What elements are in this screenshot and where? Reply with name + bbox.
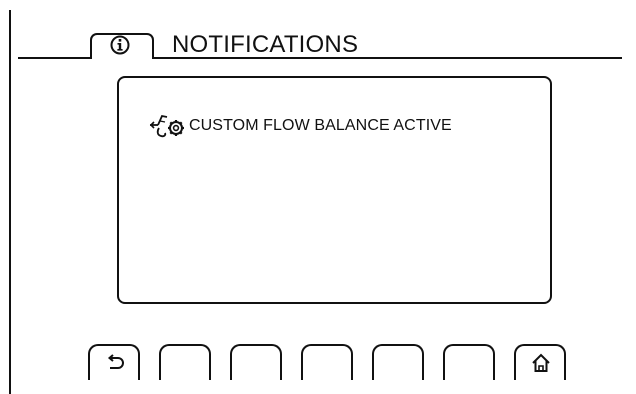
softkey-home-button[interactable]	[514, 344, 566, 380]
softkey-2-button[interactable]	[159, 344, 211, 380]
back-icon	[107, 354, 124, 369]
softkey-5-button[interactable]	[372, 344, 424, 380]
softkey-back-button[interactable]	[88, 344, 140, 380]
softkey-3-button[interactable]	[230, 344, 282, 380]
custom-flow-balance-icon	[149, 114, 184, 138]
softkey-6-button[interactable]	[443, 344, 495, 380]
notification-item: CUSTOM FLOW BALANCE ACTIVE	[148, 112, 452, 140]
header-rule-left	[18, 57, 92, 59]
softkey-4-button[interactable]	[301, 344, 353, 380]
notification-text: CUSTOM FLOW BALANCE ACTIVE	[189, 117, 452, 134]
notifications-panel: CUSTOM FLOW BALANCE ACTIVE	[117, 76, 552, 304]
info-icon	[110, 35, 130, 55]
home-icon	[532, 353, 550, 372]
page-title: NOTIFICATIONS	[172, 31, 359, 58]
screen-left-border	[9, 10, 11, 394]
